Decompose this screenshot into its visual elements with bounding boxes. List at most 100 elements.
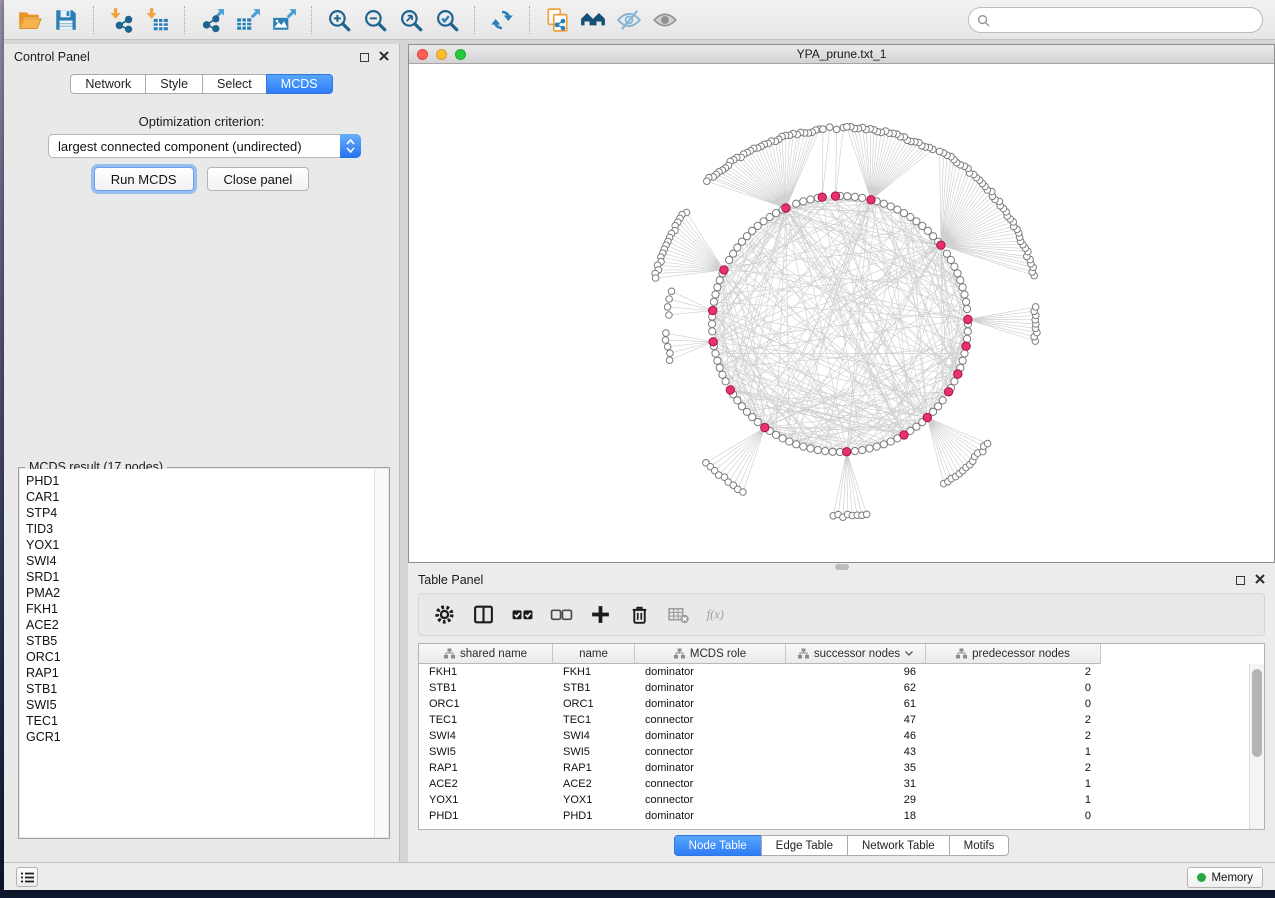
- criterion-dropdown[interactable]: largest connected component (undirected): [48, 134, 361, 158]
- table-row[interactable]: SWI5SWI5connector431: [419, 744, 1264, 760]
- mcds-node[interactable]: [962, 342, 970, 350]
- network-node[interactable]: [714, 357, 721, 364]
- deselect-all-button[interactable]: [550, 603, 573, 626]
- tab-select[interactable]: Select: [202, 74, 267, 94]
- network-node[interactable]: [807, 445, 814, 452]
- mcds-node[interactable]: [923, 413, 931, 421]
- network-node[interactable]: [793, 200, 800, 207]
- network-node[interactable]: [800, 443, 807, 450]
- network-node[interactable]: [722, 378, 729, 385]
- network-node[interactable]: [851, 193, 858, 200]
- refresh-layout-button[interactable]: [484, 4, 520, 36]
- mcds-node[interactable]: [709, 338, 717, 346]
- network-node[interactable]: [663, 330, 670, 337]
- network-node[interactable]: [820, 126, 827, 133]
- network-node[interactable]: [900, 210, 907, 217]
- network-node[interactable]: [880, 441, 887, 448]
- network-node[interactable]: [800, 198, 807, 205]
- network-node[interactable]: [943, 250, 950, 257]
- network-node[interactable]: [964, 306, 971, 313]
- network-node[interactable]: [959, 357, 966, 364]
- mcds-result-item[interactable]: SWI4: [26, 553, 374, 569]
- column-header-name[interactable]: name: [553, 644, 635, 664]
- float-panel-icon[interactable]: [360, 53, 369, 62]
- network-node[interactable]: [754, 419, 761, 426]
- mcds-node[interactable]: [944, 388, 952, 396]
- mcds-result-item[interactable]: GCR1: [26, 729, 374, 745]
- delete-column-button[interactable]: [628, 603, 651, 626]
- network-node[interactable]: [959, 284, 966, 291]
- network-node[interactable]: [961, 291, 968, 298]
- tab-network[interactable]: Network: [70, 74, 146, 94]
- mcds-node[interactable]: [964, 315, 972, 323]
- mcds-node[interactable]: [782, 204, 790, 212]
- close-panel-icon[interactable]: [379, 50, 389, 64]
- close-panel-icon[interactable]: [1255, 573, 1265, 587]
- network-node[interactable]: [863, 511, 870, 518]
- network-canvas[interactable]: [409, 64, 1274, 562]
- select-all-button[interactable]: [511, 603, 534, 626]
- hide-selected-button[interactable]: [611, 4, 647, 36]
- mcds-result-item[interactable]: ACE2: [26, 617, 374, 633]
- network-node[interactable]: [954, 270, 961, 277]
- tab-mcds[interactable]: MCDS: [266, 74, 333, 94]
- network-node[interactable]: [708, 320, 715, 327]
- close-window-icon[interactable]: [417, 49, 428, 60]
- network-node[interactable]: [779, 435, 786, 442]
- mcds-list-scrollbar[interactable]: [374, 469, 388, 837]
- network-node[interactable]: [726, 256, 733, 263]
- mcds-node[interactable]: [818, 193, 826, 201]
- table-row[interactable]: TEC1TEC1connector472: [419, 712, 1264, 728]
- delete-table-button[interactable]: [667, 603, 690, 626]
- maximize-window-icon[interactable]: [455, 49, 466, 60]
- network-node[interactable]: [963, 298, 970, 305]
- network-node[interactable]: [716, 364, 723, 371]
- network-node[interactable]: [964, 335, 971, 342]
- table-row[interactable]: RAP1RAP1dominator352: [419, 760, 1264, 776]
- splitter-grip[interactable]: [835, 564, 849, 570]
- network-node[interactable]: [712, 291, 719, 298]
- network-node[interactable]: [859, 194, 866, 201]
- column-header-shared-name[interactable]: shared name: [419, 644, 553, 664]
- mcds-result-item[interactable]: YOX1: [26, 537, 374, 553]
- network-window-titlebar[interactable]: YPA_prune.txt_1: [409, 45, 1274, 64]
- network-node[interactable]: [712, 350, 719, 357]
- mcds-node[interactable]: [761, 423, 769, 431]
- network-node[interactable]: [957, 277, 964, 284]
- network-node[interactable]: [829, 448, 836, 455]
- memory-button[interactable]: Memory: [1187, 867, 1263, 888]
- network-node[interactable]: [826, 124, 833, 131]
- network-node[interactable]: [822, 448, 829, 455]
- show-columns-button[interactable]: [472, 603, 495, 626]
- column-header-successor-nodes[interactable]: successor nodes: [786, 644, 926, 664]
- network-node[interactable]: [807, 196, 814, 203]
- export-image-button[interactable]: [266, 4, 302, 36]
- mcds-result-item[interactable]: FKH1: [26, 601, 374, 617]
- network-node[interactable]: [851, 448, 858, 455]
- minimize-window-icon[interactable]: [436, 49, 447, 60]
- mcds-result-item[interactable]: PMA2: [26, 585, 374, 601]
- table-row[interactable]: ACE2ACE2connector311: [419, 776, 1264, 792]
- network-node[interactable]: [887, 203, 894, 210]
- network-graph[interactable]: [409, 64, 1275, 563]
- network-node[interactable]: [652, 275, 659, 282]
- network-node[interactable]: [709, 328, 716, 335]
- mcds-node[interactable]: [709, 306, 717, 314]
- mcds-node[interactable]: [937, 241, 945, 249]
- mcds-node[interactable]: [843, 448, 851, 456]
- mcds-node[interactable]: [831, 192, 839, 200]
- network-node[interactable]: [772, 431, 779, 438]
- network-node[interactable]: [866, 445, 873, 452]
- network-node[interactable]: [887, 438, 894, 445]
- zoom-out-button[interactable]: [357, 4, 393, 36]
- mcds-result-item[interactable]: RAP1: [26, 665, 374, 681]
- network-node[interactable]: [667, 350, 674, 357]
- network-node[interactable]: [939, 397, 946, 404]
- network-node[interactable]: [716, 277, 723, 284]
- network-node[interactable]: [814, 447, 821, 454]
- column-header-predecessor-nodes[interactable]: predecessor nodes: [926, 644, 1101, 664]
- table-row[interactable]: ORC1ORC1dominator610: [419, 696, 1264, 712]
- mcds-result-item[interactable]: CAR1: [26, 489, 374, 505]
- network-node[interactable]: [880, 200, 887, 207]
- network-node[interactable]: [664, 343, 671, 350]
